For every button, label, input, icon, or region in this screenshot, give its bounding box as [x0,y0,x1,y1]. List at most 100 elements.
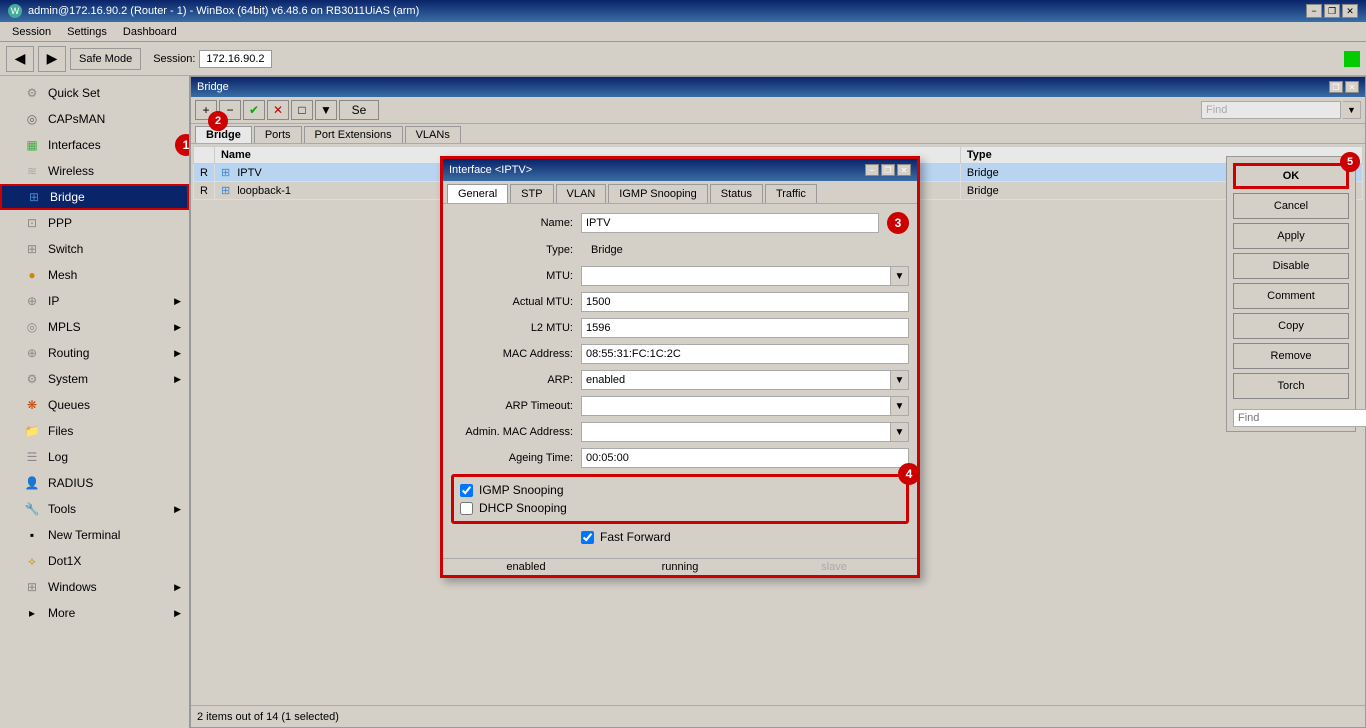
find-input[interactable] [1233,409,1366,427]
annotation-badge-2: 2 [208,111,228,131]
arp-timeout-dropdown-button[interactable]: ▼ [891,396,909,416]
filter-bridge-button[interactable]: ▼ [315,100,337,120]
sidebar-label-ip: IP [48,294,166,308]
bridge-tab-vlans[interactable]: VLANs [405,126,461,143]
sidebar-item-ppp[interactable]: ⊡ PPP [0,210,189,236]
igmp-snooping-checkbox[interactable] [460,484,473,497]
add-bridge-button[interactable]: + 2 [195,100,217,120]
menu-settings[interactable]: Settings [59,22,115,41]
fast-forward-row: Fast Forward [451,530,909,544]
dialog-minimize-button[interactable]: − [865,164,879,176]
l2-mtu-row: L2 MTU: [451,318,909,338]
dialog-tab-igmp-snooping[interactable]: IGMP Snooping [608,184,707,203]
ageing-time-input[interactable] [581,448,909,468]
row-flag-1: R [194,164,215,182]
arp-dropdown-button[interactable]: ▼ [891,370,909,390]
arp-timeout-row: ARP Timeout: ▼ [451,396,909,416]
dialog-tab-stp[interactable]: STP [510,184,553,203]
sidebar-item-tools[interactable]: 🔧 Tools ▶ [0,496,189,522]
safe-mode-button[interactable]: Safe Mode [70,48,141,70]
actual-mtu-input[interactable] [581,292,909,312]
toolbar: ◀ ▶ Safe Mode Session: 172.16.90.2 [0,42,1366,76]
l2-mtu-input[interactable] [581,318,909,338]
sidebar-item-capsman[interactable]: ◎ CAPsMAN [0,106,189,132]
bridge-close-button[interactable]: ✕ [1345,81,1359,93]
sidebar-item-ip[interactable]: ⊕ IP ▶ [0,288,189,314]
mesh-icon: ● [24,267,40,283]
sidebar-item-interfaces[interactable]: ▦ Interfaces 1 [0,132,189,158]
bridge-tab-port-extensions[interactable]: Port Extensions [304,126,403,143]
torch-button[interactable]: Torch [1233,373,1349,399]
bridge-tabs: Bridge Ports Port Extensions VLANs [191,124,1365,144]
type-label: Type: [451,244,581,256]
dialog-tab-general[interactable]: General [447,184,508,203]
sidebar-item-new-terminal[interactable]: ▪ New Terminal [0,522,189,548]
arp-timeout-input[interactable] [581,396,891,416]
dialog-tab-traffic[interactable]: Traffic [765,184,817,203]
settings-bridge-button[interactable]: □ [291,100,313,120]
sidebar-item-log[interactable]: ☰ Log [0,444,189,470]
sidebar-item-quick-set[interactable]: ⚙ Quick Set [0,80,189,106]
disable-button[interactable]: Disable [1233,253,1349,279]
minimize-button[interactable]: − [1306,4,1322,18]
sidebar-item-routing[interactable]: ⊕ Routing ▶ [0,340,189,366]
bridge-find-input[interactable]: Find [1201,101,1341,119]
mac-address-row: MAC Address: [451,344,909,364]
dhcp-snooping-checkbox[interactable] [460,502,473,515]
enable-bridge-button[interactable]: ✔ [243,100,265,120]
mtu-input[interactable] [581,266,891,286]
menu-dashboard[interactable]: Dashboard [115,22,185,41]
restore-button[interactable]: ❐ [1324,4,1340,18]
sidebar-item-system[interactable]: ⚙ System ▶ [0,366,189,392]
dialog-tab-status[interactable]: Status [710,184,763,203]
ok-button[interactable]: OK 5 [1233,163,1349,189]
remove-button[interactable]: Remove [1233,343,1349,369]
sidebar-item-windows[interactable]: ⊞ Windows ▶ [0,574,189,600]
mtu-label: MTU: [451,270,581,282]
dialog-restore-button[interactable]: ❐ [881,164,895,176]
sidebar-item-wireless[interactable]: ≋ Wireless [0,158,189,184]
sidebar-label-more: More [48,606,166,620]
bridge-find-dropdown[interactable]: ▼ [1343,101,1361,119]
apply-button[interactable]: Apply [1233,223,1349,249]
bridge-tab-ports[interactable]: Ports [254,126,302,143]
content-area: Bridge ❐ ✕ + 2 − ✔ ✕ □ ▼ Se Find [190,76,1366,728]
cancel-button[interactable]: Cancel [1233,193,1349,219]
mtu-dropdown-button[interactable]: ▼ [891,266,909,286]
menu-session[interactable]: Session [4,22,59,41]
actual-mtu-row: Actual MTU: [451,292,909,312]
sidebar-item-radius[interactable]: 👤 RADIUS [0,470,189,496]
close-button[interactable]: ✕ [1342,4,1358,18]
arp-input[interactable] [581,370,891,390]
name-input[interactable] [581,213,879,233]
sidebar-item-files[interactable]: 📁 Files [0,418,189,444]
sidebar-item-more[interactable]: ▸ More ▶ [0,600,189,626]
sidebar-item-switch[interactable]: ⊞ Switch [0,236,189,262]
search-bridge-button[interactable]: Se [339,100,379,120]
dialog-tab-vlan[interactable]: VLAN [556,184,607,203]
sidebar-item-bridge[interactable]: ⊞ Bridge [0,184,189,210]
session-value: 172.16.90.2 [199,50,271,68]
sidebar-label-log: Log [48,450,181,464]
mtu-row: MTU: ▼ [451,266,909,286]
mtu-select-wrap: ▼ [581,266,909,286]
sidebar-item-dot1x[interactable]: ⟡ Dot1X [0,548,189,574]
sidebar-item-mesh[interactable]: ● Mesh [0,262,189,288]
annotation-badge-1: 1 [175,134,189,156]
fast-forward-checkbox[interactable] [581,531,594,544]
back-button[interactable]: ◀ [6,46,34,72]
session-label: Session: [153,53,195,65]
mac-address-input[interactable] [581,344,909,364]
sidebar-item-queues[interactable]: ❋ Queues [0,392,189,418]
sidebar-item-mpls[interactable]: ◎ MPLS ▶ [0,314,189,340]
forward-button[interactable]: ▶ [38,46,66,72]
more-icon: ▸ [24,605,40,621]
copy-button[interactable]: Copy [1233,313,1349,339]
comment-button[interactable]: Comment [1233,283,1349,309]
main-layout: RouterOS WinBox ⚙ Quick Set ◎ CAPsMAN ▦ … [0,76,1366,728]
dialog-close-button[interactable]: ✕ [897,164,911,176]
disable-bridge-button[interactable]: ✕ [267,100,289,120]
admin-mac-input[interactable] [581,422,891,442]
admin-mac-dropdown-button[interactable]: ▼ [891,422,909,442]
bridge-restore-button[interactable]: ❐ [1329,81,1343,93]
